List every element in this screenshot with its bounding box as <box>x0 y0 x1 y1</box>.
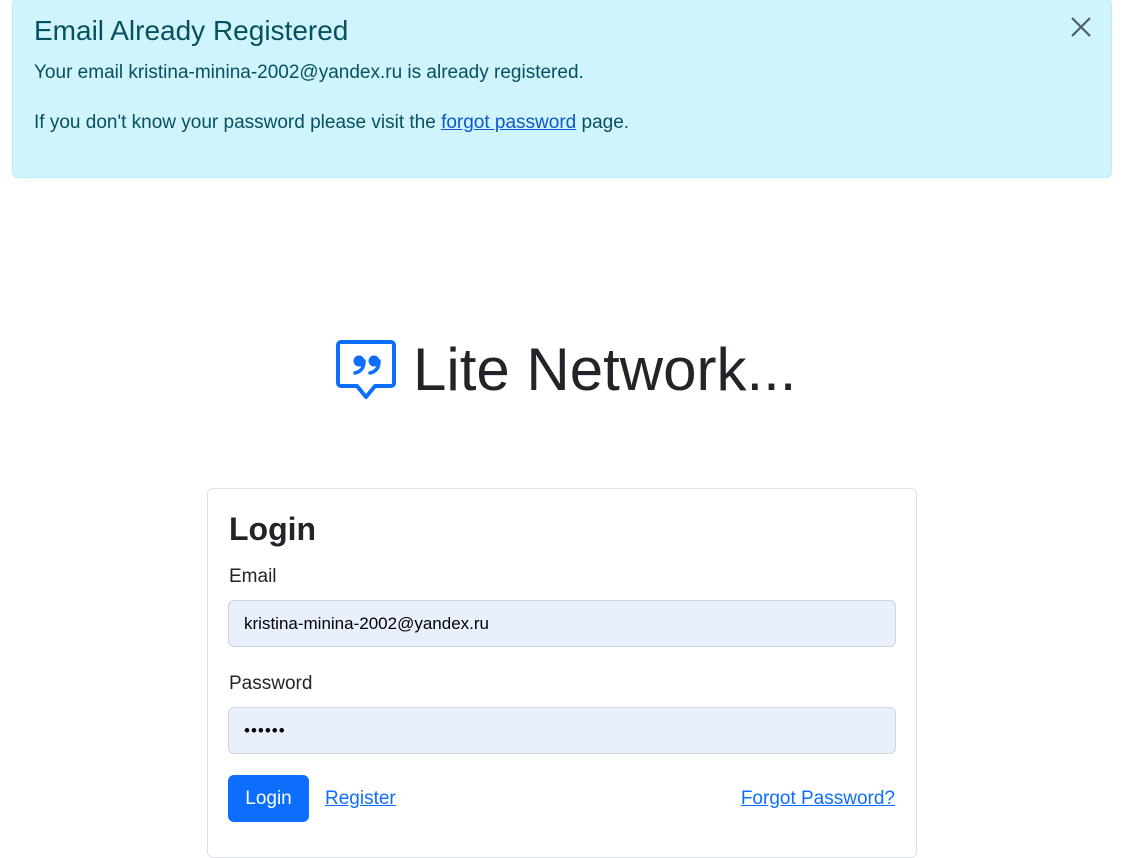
password-label: Password <box>229 673 313 694</box>
email-field[interactable] <box>228 600 896 647</box>
brand-header: Lite Network... <box>335 330 796 410</box>
close-alert-button[interactable] <box>1067 13 1095 41</box>
close-icon <box>1071 17 1091 37</box>
quote-chat-icon <box>336 340 396 399</box>
login-button[interactable]: Login <box>228 775 309 822</box>
alert-forgot-text-after: page. <box>576 112 630 133</box>
alert-forgot-text-before: If you don't know your password please v… <box>34 112 442 133</box>
register-link[interactable]: Register <box>325 788 396 810</box>
email-label: Email <box>229 566 277 587</box>
alert-message: Your email kristina-minina-2002@yandex.r… <box>34 62 584 83</box>
login-card: Login Email Password Login Register Forg… <box>207 488 917 858</box>
alert-heading: Email Already Registered <box>34 15 349 46</box>
site-title: Lite Network... <box>413 336 797 403</box>
password-field[interactable] <box>228 707 896 754</box>
login-title: Login <box>229 511 317 547</box>
email-registered-alert: Email Already Registered Your email kris… <box>12 0 1112 178</box>
alert-forgot-message: If you don't know your password please v… <box>34 112 629 134</box>
forgot-password-alert-link[interactable]: forgot password <box>441 112 576 133</box>
forgot-password-link[interactable]: Forgot Password? <box>741 788 895 810</box>
